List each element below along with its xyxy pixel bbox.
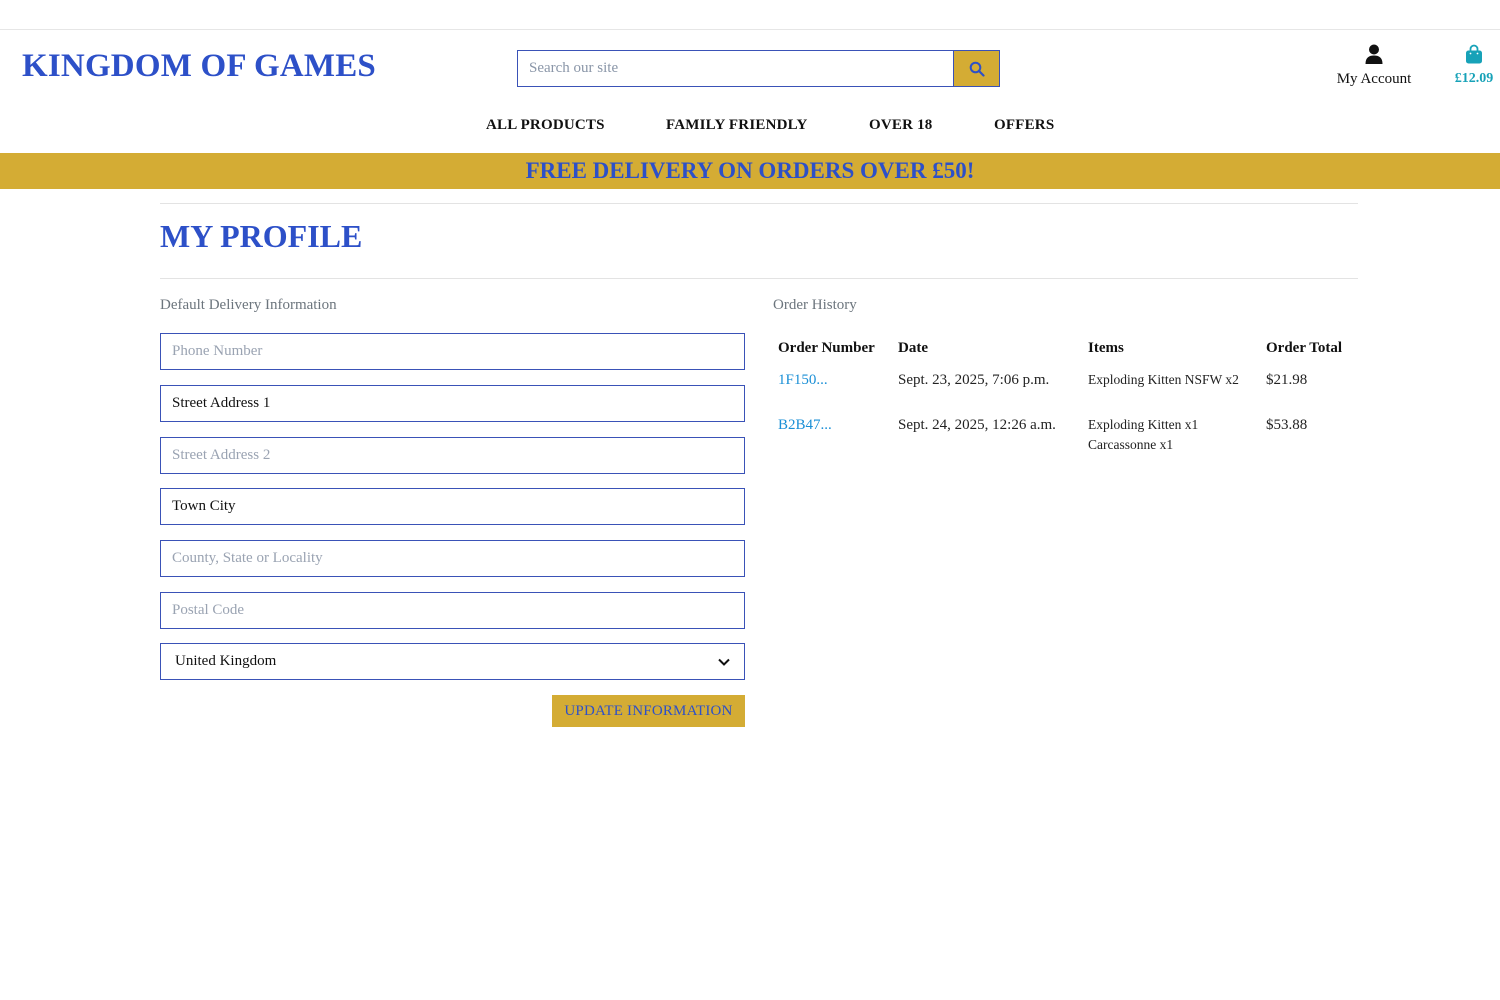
- delivery-banner: FREE DELIVERY ON ORDERS OVER £50!: [0, 153, 1500, 189]
- order-total: $21.98: [1266, 372, 1308, 388]
- postal-code-field[interactable]: [160, 592, 745, 629]
- phone-number-field[interactable]: [160, 333, 745, 370]
- street-address-1-field[interactable]: [160, 385, 745, 422]
- col-header-order-total: Order Total: [1266, 340, 1342, 356]
- nav-family-friendly[interactable]: FAMILY FRIENDLY: [666, 117, 808, 134]
- nav-offers[interactable]: OFFERS: [994, 117, 1054, 134]
- nav-over-18[interactable]: OVER 18: [869, 117, 933, 134]
- my-account-label: My Account: [1336, 71, 1412, 87]
- bag-total: £12.09: [1454, 71, 1494, 86]
- update-information-button[interactable]: UPDATE INFORMATION: [552, 695, 745, 727]
- top-strip: [0, 0, 1500, 30]
- order-date: Sept. 24, 2025, 12:26 a.m.: [898, 417, 1056, 433]
- search-button[interactable]: [953, 50, 1000, 87]
- search-bar: [517, 50, 1000, 87]
- order-date: Sept. 23, 2025, 7:06 p.m.: [898, 372, 1050, 388]
- town-city-field[interactable]: [160, 488, 745, 525]
- search-input[interactable]: [517, 50, 953, 87]
- col-header-items: Items: [1088, 340, 1124, 356]
- order-item: Exploding Kitten NSFW x2: [1088, 372, 1239, 387]
- order-history-label: Order History: [773, 297, 857, 313]
- search-icon: [969, 61, 985, 77]
- order-item: Carcassonne x1: [1088, 437, 1174, 452]
- order-number-link[interactable]: 1F150...: [778, 372, 828, 389]
- shopping-bag-link[interactable]: £12.09: [1448, 44, 1500, 87]
- order-items: Exploding Kitten NSFW x2: [1088, 370, 1239, 390]
- delivery-info-label: Default Delivery Information: [160, 297, 337, 313]
- col-header-date: Date: [898, 340, 928, 356]
- divider: [160, 278, 1358, 279]
- divider: [160, 203, 1358, 204]
- my-account-link[interactable]: My Account: [1330, 44, 1418, 88]
- main-nav: ALL PRODUCTS FAMILY FRIENDLY OVER 18 OFF…: [0, 117, 1500, 137]
- order-item: Exploding Kitten x1: [1088, 417, 1199, 432]
- col-header-order-number: Order Number: [778, 340, 875, 356]
- order-number-link[interactable]: B2B47...: [778, 417, 832, 434]
- street-address-2-field[interactable]: [160, 437, 745, 474]
- county-field[interactable]: [160, 540, 745, 577]
- site-logo[interactable]: KINGDOM OF GAMES: [22, 48, 376, 85]
- country-select-value: United Kingdom: [175, 653, 277, 669]
- user-icon: [1365, 44, 1383, 64]
- page-title: MY PROFILE: [160, 218, 363, 254]
- country-select[interactable]: United Kingdom: [160, 643, 745, 680]
- chevron-down-icon: [718, 658, 730, 666]
- order-total: $53.88: [1266, 417, 1308, 433]
- shopping-bag-icon: [1466, 44, 1482, 64]
- nav-all-products[interactable]: ALL PRODUCTS: [486, 117, 605, 134]
- order-items: Exploding Kitten x1 Carcassonne x1: [1088, 415, 1198, 455]
